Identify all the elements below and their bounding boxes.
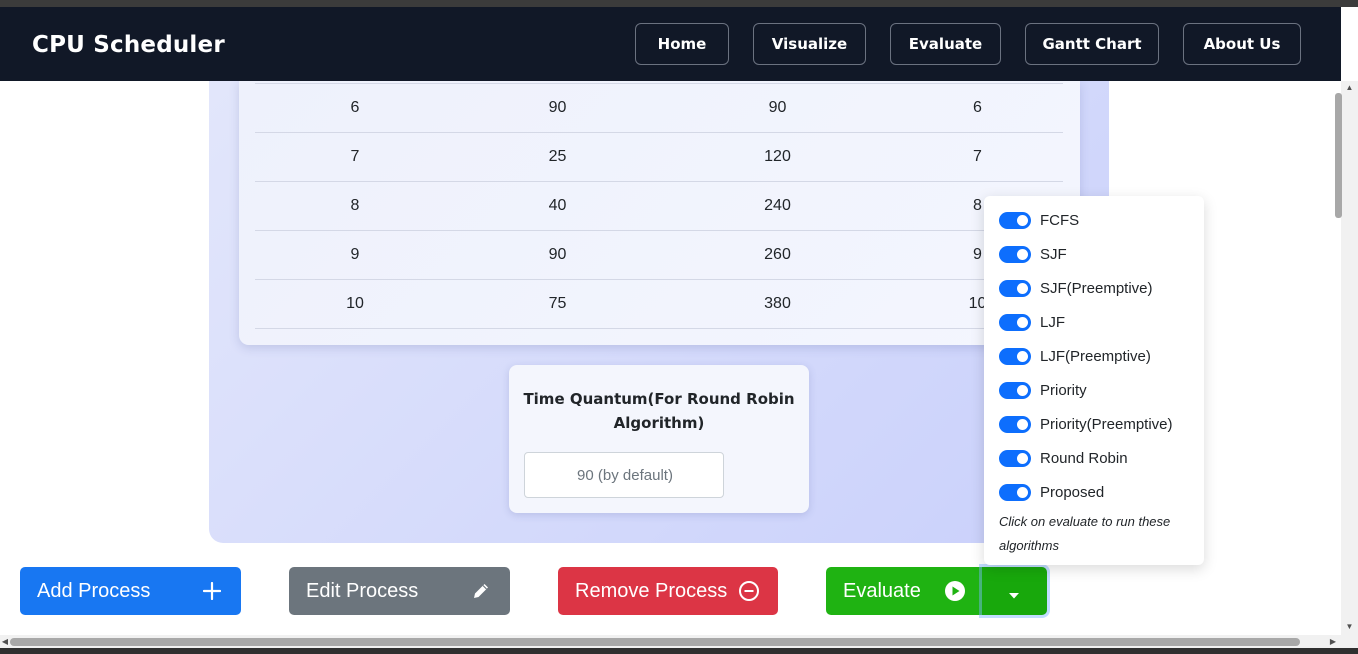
table-row: 6 90 90 6	[255, 84, 1063, 133]
table-cell: 240	[764, 197, 791, 214]
time-quantum-title-line1: Time Quantum(For Round Robin	[523, 390, 795, 408]
table-row: 10 75 380 10	[255, 280, 1063, 329]
table-row: 7 25 120 7	[255, 133, 1063, 182]
dropdown-hint: Click on evaluate to run these algorithm…	[999, 510, 1199, 558]
algorithm-label: SJF(Preemptive)	[1040, 279, 1153, 297]
vertical-scrollbar[interactable]	[1341, 81, 1358, 635]
time-quantum-title-line2: Algorithm)	[613, 414, 705, 432]
algorithm-item-priority[interactable]: Priority	[999, 378, 1087, 402]
toggle-switch[interactable]	[999, 415, 1031, 433]
table-cell: 9	[350, 246, 360, 263]
toggle-switch[interactable]	[999, 347, 1031, 365]
algorithm-item-round-robin[interactable]: Round Robin	[999, 446, 1128, 470]
toggle-switch[interactable]	[999, 313, 1031, 331]
algorithm-label: LJF(Preemptive)	[1040, 347, 1151, 365]
table-cell: 380	[764, 295, 791, 312]
evaluate-dropdown-toggle[interactable]	[982, 567, 1047, 615]
algorithm-label: Priority	[1040, 381, 1087, 399]
toggle-switch[interactable]	[999, 211, 1031, 229]
algorithm-label: Priority(Preemptive)	[1040, 415, 1173, 433]
edit-process-button[interactable]: Edit Process	[289, 567, 510, 615]
table-cell: 25	[548, 148, 567, 165]
table-cell: 7	[350, 148, 360, 165]
table-cell: 40	[548, 197, 567, 214]
algorithm-label: FCFS	[1040, 211, 1080, 229]
algorithm-label: SJF	[1040, 245, 1067, 263]
table-cell: 90	[548, 99, 567, 116]
nav-evaluate-button[interactable]: Evaluate	[890, 23, 1001, 65]
algorithm-item-ljf[interactable]: LJF	[999, 310, 1065, 334]
window-top-strip	[0, 0, 1358, 7]
minus-circle-icon	[738, 580, 760, 602]
algorithm-item-sjf[interactable]: SJF	[999, 242, 1067, 266]
toggle-switch[interactable]	[999, 483, 1031, 501]
table-row: 8 40 240 8	[255, 182, 1063, 231]
time-quantum-title: Time Quantum(For Round Robin Algorithm)	[509, 387, 809, 435]
table-cell: 6	[973, 99, 982, 116]
algorithm-dropdown-menu: FCFS SJF SJF(Preemptive) LJF LJF(Preempt…	[984, 196, 1204, 565]
algorithm-item-ljf-preemptive[interactable]: LJF(Preemptive)	[999, 344, 1151, 368]
toggle-switch[interactable]	[999, 279, 1031, 297]
navbar: CPU Scheduler Home Visualize Evaluate Ga…	[0, 7, 1341, 81]
algorithm-item-priority-preemptive[interactable]: Priority(Preemptive)	[999, 412, 1173, 436]
plus-icon	[201, 580, 223, 602]
table-cell: 90	[548, 246, 567, 263]
vertical-scrollbar-thumb[interactable]	[1335, 93, 1342, 218]
table-cell: 75	[548, 295, 567, 312]
scroll-right-arrow-icon[interactable]: ▶	[1326, 636, 1340, 648]
table-cell: 260	[764, 246, 791, 263]
brand-title[interactable]: CPU Scheduler	[32, 32, 225, 58]
dropdown-hint-line2: algorithms	[999, 538, 1059, 553]
algorithm-label: Round Robin	[1040, 449, 1128, 467]
nav-visualize-button[interactable]: Visualize	[753, 23, 866, 65]
table-cell: 7	[973, 148, 982, 165]
algorithm-item-fcfs[interactable]: FCFS	[999, 208, 1079, 232]
evaluate-button[interactable]: Evaluate	[826, 567, 982, 615]
algorithm-item-proposed[interactable]: Proposed	[999, 480, 1104, 504]
window-bottom-strip	[0, 648, 1358, 654]
pencil-icon	[470, 580, 492, 602]
caret-down-icon	[1008, 587, 1020, 599]
scroll-up-arrow-icon[interactable]: ▲	[1341, 81, 1358, 95]
toggle-switch[interactable]	[999, 381, 1031, 399]
table-cell: 10	[346, 295, 364, 312]
toggle-switch[interactable]	[999, 449, 1031, 467]
dropdown-hint-line1: Click on evaluate to run these	[999, 514, 1171, 529]
algorithm-label: LJF	[1040, 313, 1066, 331]
nav-home-button[interactable]: Home	[635, 23, 729, 65]
nav-gantt-chart-button[interactable]: Gantt Chart	[1025, 23, 1159, 65]
remove-process-button[interactable]: Remove Process	[558, 567, 778, 615]
table-cell: 120	[764, 148, 791, 165]
toggle-switch[interactable]	[999, 245, 1031, 263]
table-row: 9 90 260 9	[255, 231, 1063, 280]
algorithm-item-sjf-preemptive[interactable]: SJF(Preemptive)	[999, 276, 1153, 300]
time-quantum-card: Time Quantum(For Round Robin Algorithm) …	[509, 365, 809, 513]
scroll-left-arrow-icon[interactable]: ◀	[0, 636, 10, 648]
nav-about-us-button[interactable]: About Us	[1183, 23, 1301, 65]
table-cell: 90	[768, 99, 787, 116]
add-process-button[interactable]: Add Process	[20, 567, 241, 615]
table-cell: 8	[350, 197, 360, 214]
horizontal-scrollbar-thumb[interactable]	[10, 638, 1300, 646]
time-quantum-input[interactable]: 90 (by default)	[524, 452, 724, 498]
table-cell: 6	[350, 99, 360, 116]
time-quantum-placeholder: 90 (by default)	[577, 466, 673, 484]
scroll-down-arrow-icon[interactable]: ▼	[1341, 620, 1358, 634]
algorithm-label: Proposed	[1040, 483, 1105, 501]
play-circle-icon	[944, 580, 966, 602]
